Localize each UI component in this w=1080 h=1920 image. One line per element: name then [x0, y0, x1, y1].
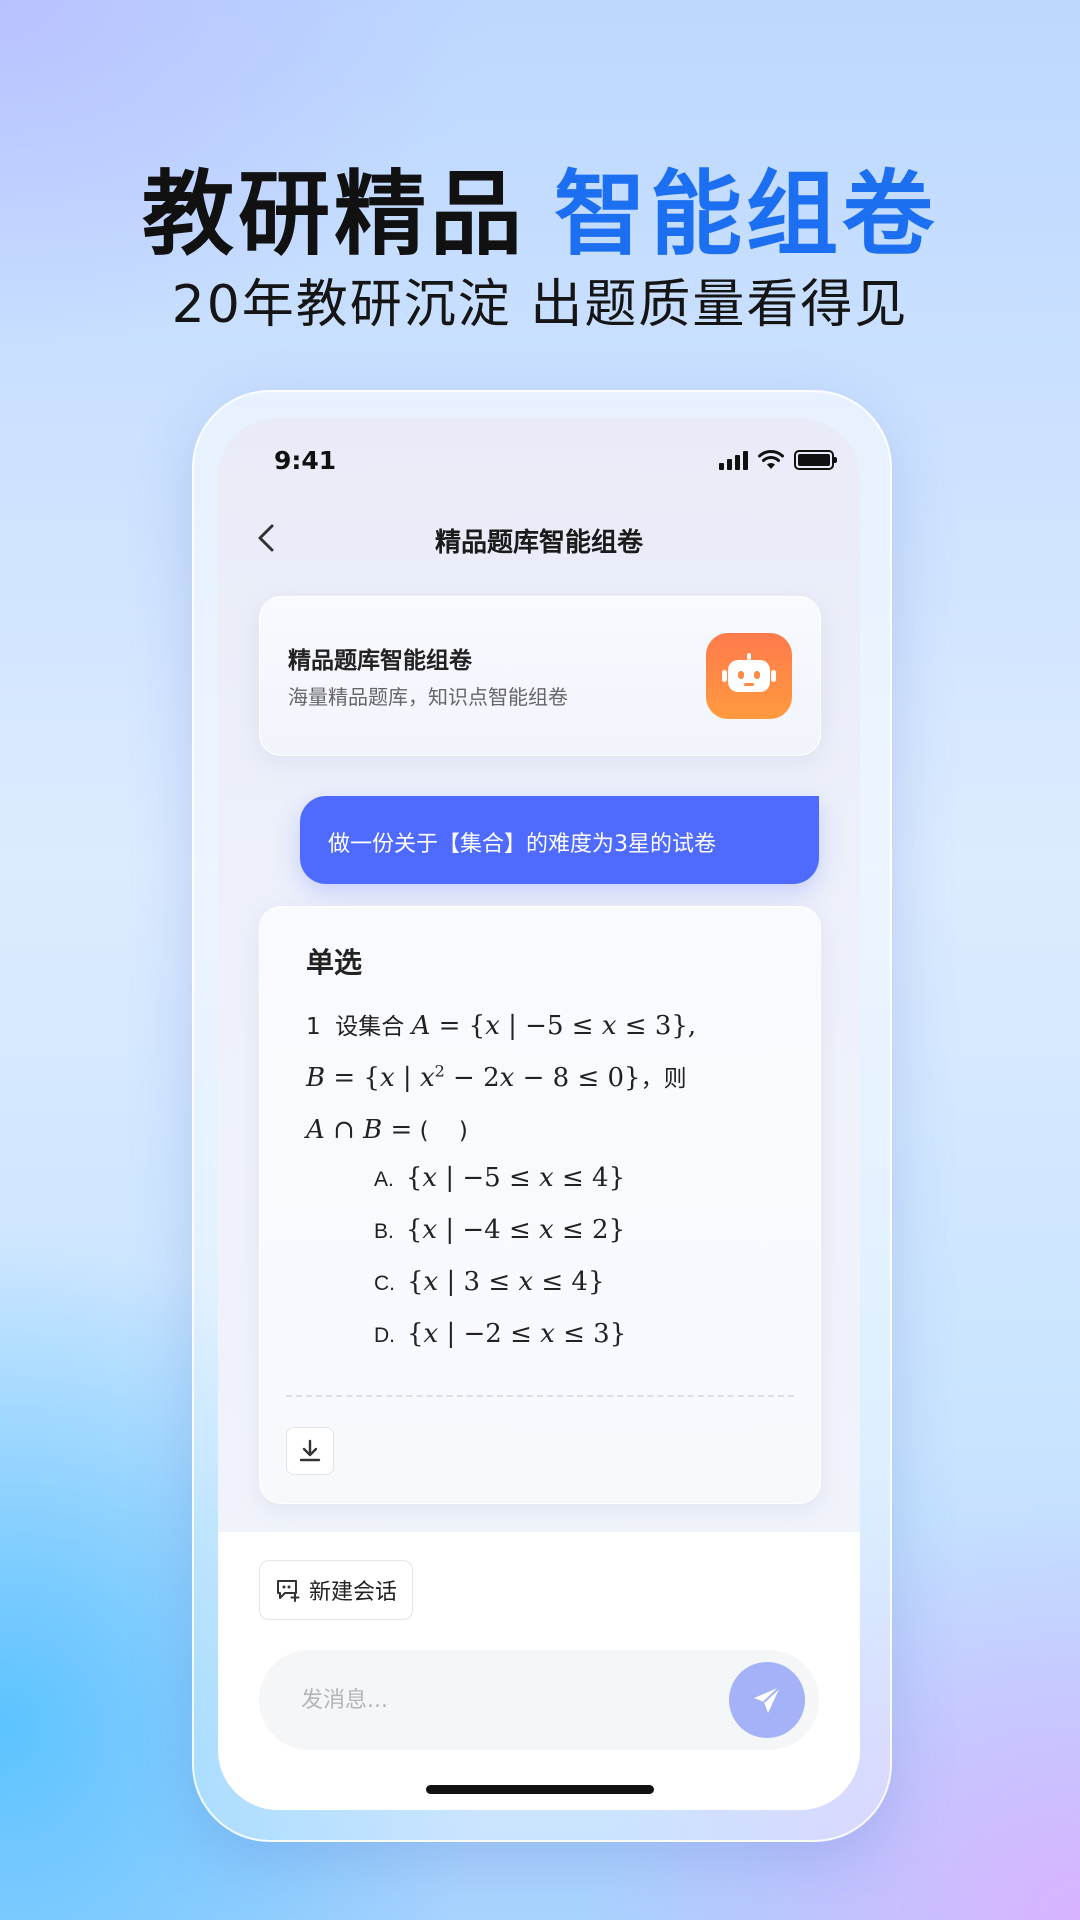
- send-icon: [754, 1686, 781, 1713]
- intro-card: 精品题库智能组卷 海量精品题库，知识点智能组卷: [259, 596, 821, 756]
- option-letter: C.: [374, 1272, 395, 1295]
- question-line-3: A ∩ B = ( ): [306, 1111, 806, 1145]
- signal-icon: [719, 450, 748, 470]
- bottom-panel: 新建会话: [218, 1532, 860, 1810]
- user-message-bubble: 做一份关于【集合】的难度为3星的试卷: [300, 796, 819, 884]
- intersection-expression: A ∩ B =: [306, 1115, 413, 1145]
- download-icon: [299, 1439, 321, 1462]
- robot-icon: [706, 633, 792, 719]
- headline-main: 教研精品: [141, 161, 526, 268]
- set-b-expression: B = {x | x2 − 2x − 8 ≤ 0}: [306, 1061, 641, 1093]
- status-icons: [719, 450, 837, 470]
- battery-icon: [794, 450, 837, 470]
- new-chat-button[interactable]: 新建会话: [259, 1560, 413, 1620]
- phone-screen: 9:41 精品题库智能组卷 精品题库智能组卷 海量精品题库，知识点智能组卷 做一…: [218, 418, 860, 1810]
- send-button[interactable]: [729, 1662, 805, 1738]
- dashed-divider: [286, 1395, 794, 1397]
- answer-card: 单选 1 设集合 A = {x | −5 ≤ x ≤ 3}, B = {x | …: [259, 906, 821, 1504]
- option-letter: A.: [374, 1168, 394, 1191]
- subline: 20年教研沉淀 出题质量看得见: [171, 275, 909, 335]
- nav-bar: 精品题库智能组卷: [218, 506, 860, 576]
- question-prefix: 设集合: [335, 1014, 405, 1040]
- option-letter: D.: [374, 1324, 395, 1347]
- option-a[interactable]: A. {x | −5 ≤ x ≤ 4}: [374, 1163, 625, 1193]
- headline: 教研精品 智能组卷: [0, 140, 1080, 273]
- question-number: 1: [306, 1014, 321, 1040]
- page-title: 精品题库智能组卷: [434, 528, 643, 558]
- user-message-text: 做一份关于【集合】的难度为3星的试卷: [328, 832, 716, 857]
- intro-title: 精品题库智能组卷: [288, 648, 472, 674]
- intro-subtitle: 海量精品题库，知识点智能组卷: [288, 685, 568, 709]
- status-time: 9:41: [274, 446, 337, 475]
- question-paren: ( ): [419, 1118, 468, 1144]
- option-b[interactable]: B. {x | −4 ≤ x ≤ 2}: [374, 1215, 625, 1245]
- message-input[interactable]: [299, 1676, 703, 1724]
- question-line-2: B = {x | x2 − 2x − 8 ≤ 0}，则: [306, 1059, 806, 1093]
- option-c[interactable]: C. {x | 3 ≤ x ≤ 4}: [374, 1267, 604, 1297]
- option-d[interactable]: D. {x | −2 ≤ x ≤ 3}: [374, 1319, 626, 1349]
- new-chat-icon: [276, 1580, 300, 1602]
- question-then: ，则: [640, 1066, 687, 1092]
- option-letter: B.: [374, 1220, 394, 1243]
- download-button[interactable]: [286, 1427, 334, 1475]
- wifi-icon: [758, 450, 784, 469]
- status-bar: 9:41: [218, 440, 860, 490]
- set-a-expression: A = {x | −5 ≤ x ≤ 3},: [411, 1011, 697, 1041]
- question-line-1: 1 设集合 A = {x | −5 ≤ x ≤ 3},: [306, 1007, 806, 1041]
- home-indicator: [426, 1785, 654, 1794]
- headline-accent: 智能组卷: [554, 161, 939, 268]
- section-label: 单选: [306, 946, 363, 979]
- new-chat-label: 新建会话: [308, 1580, 397, 1605]
- message-input-wrap: [259, 1650, 819, 1750]
